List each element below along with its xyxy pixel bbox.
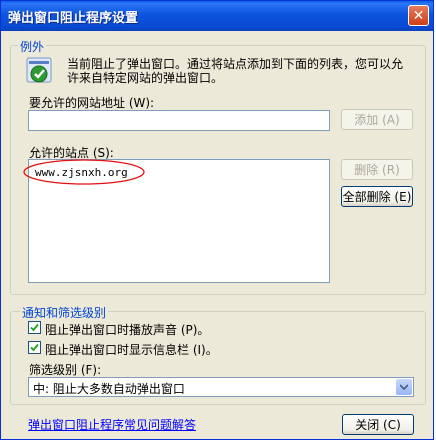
add-button[interactable]: 添加 (A) (341, 109, 413, 130)
close-icon: ✕ (412, 7, 425, 24)
dropdown-arrow-icon[interactable] (396, 379, 412, 395)
checkbox-checked-icon (30, 323, 39, 332)
popup-blocker-settings-window: 弹出窗口阻止程序设置 ✕ 例外 当前阻止了弹出窗口。通过将站点添加到下面的列表，… (0, 0, 434, 440)
checkbox-checked-icon (30, 343, 39, 352)
remove-button[interactable]: 删除 (R) (341, 159, 413, 180)
play-sound-label[interactable]: 阻止弹出窗口时播放声音 (P)。 (45, 321, 209, 338)
faq-link[interactable]: 弹出窗口阻止程序常见问题解答 (28, 416, 196, 433)
address-input[interactable] (28, 110, 330, 131)
exceptions-legend: 例外 (18, 38, 47, 55)
close-window-button[interactable]: ✕ (408, 5, 429, 26)
show-infobar-label[interactable]: 阻止弹出窗口时显示信息栏 (I)。 (45, 341, 218, 358)
window-title: 弹出窗口阻止程序设置 (8, 11, 139, 26)
title-bar[interactable]: 弹出窗口阻止程序设置 ✕ (1, 1, 433, 31)
play-sound-checkbox[interactable] (28, 321, 41, 334)
filter-level-value: 中: 阻止大多数自动弹出窗口 (33, 382, 185, 396)
show-infobar-checkbox[interactable] (28, 341, 41, 354)
red-annotation-ellipse (23, 159, 145, 185)
notifications-legend: 通知和筛选级别 (20, 304, 109, 321)
close-button[interactable]: 关闭 (C) (342, 414, 414, 435)
remove-all-button[interactable]: 全部删除 (E) (341, 186, 413, 207)
filter-level-label: 筛选级别 (F): (29, 363, 102, 377)
shield-checkmark-icon (26, 57, 52, 83)
address-label: 要允许的网站地址 (W): (29, 96, 155, 110)
filter-level-select[interactable]: 中: 阻止大多数自动弹出窗口 (28, 377, 414, 397)
info-text: 当前阻止了弹出窗口。通过将站点添加到下面的列表，您可以允许来自特定网站的弹出窗口… (67, 57, 404, 85)
